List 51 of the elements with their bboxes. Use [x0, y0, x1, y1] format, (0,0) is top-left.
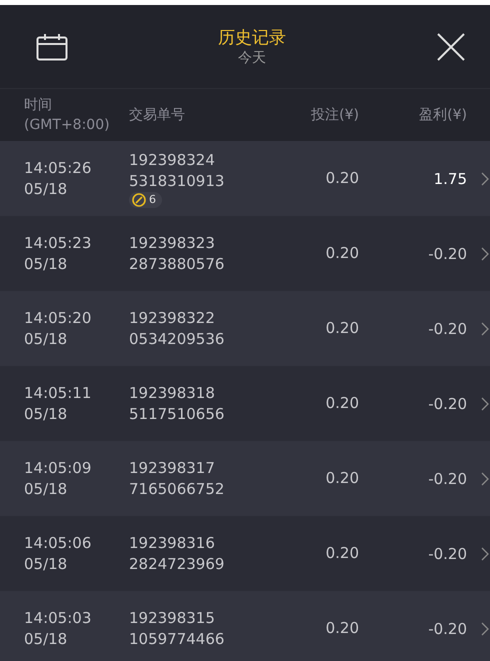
order-number-cell-text: 192398318 5117510656 [129, 382, 226, 424]
stake-cell-text: 0.20 [324, 168, 359, 189]
record-row[interactable]: 14:05:23 05/18 192398323 2873880576 0.20 -0.20 [0, 216, 490, 291]
chevron-right-icon [481, 396, 489, 410]
record-row[interactable]: 14:05:26 05/18 192398324 5318310913 6 0.20 1.75 [0, 141, 490, 216]
badge-count: 6 [149, 193, 156, 206]
order-number-cell-text: 192398324 5318310913 [129, 150, 226, 192]
profit-cell-text: 1.75 [432, 170, 467, 188]
profit-cell-text: -0.20 [427, 470, 467, 488]
time-cell-text: 14:05:26 05/18 [23, 158, 92, 200]
record-row[interactable]: 14:05:11 05/18 192398318 5117510656 0.20 -0.20 [0, 366, 490, 441]
chevron-right-icon [481, 322, 489, 336]
record-row[interactable]: 14:05:09 05/18 192398317 7165066752 0.20 -0.20 [0, 441, 490, 516]
time-cell-text: 14:05:20 05/18 [23, 308, 92, 350]
column-header: 投注(¥) [310, 106, 359, 125]
order-number-cell-text: 192398315 1059774466 [129, 608, 226, 650]
column-header: 时间 (GMT+8:00) [23, 96, 111, 135]
chevron-right-icon [481, 546, 489, 560]
record-row[interactable]: 14:05:20 05/18 192398322 0534209536 0.20 -0.20 [0, 291, 490, 366]
time-cell-text: 14:05:03 05/18 [23, 608, 92, 650]
stake-cell-text: 0.20 [324, 243, 359, 264]
profit-cell-text: -0.20 [427, 544, 467, 562]
profit-cell-text: -0.20 [427, 620, 467, 638]
chevron-right-icon [481, 472, 489, 486]
profit-cell-text: -0.20 [427, 244, 467, 262]
stake-cell-text: 0.20 [324, 318, 359, 339]
time-cell-text: 14:05:09 05/18 [23, 458, 92, 500]
order-number-cell-text: 192398317 7165066752 [129, 458, 226, 500]
chevron-right-icon [481, 246, 489, 260]
order-number-cell-text: 192398316 2824723969 [129, 532, 226, 574]
record-row[interactable]: 14:05:06 05/18 192398316 2824723969 0.20 -0.20 [0, 516, 490, 591]
order-number-cell-text: 192398322 0534209536 [129, 308, 226, 350]
order-number-cell-text: 192398323 2873880576 [129, 232, 226, 274]
stake-cell-text: 0.20 [324, 393, 359, 414]
profit-cell-text: -0.20 [427, 394, 467, 412]
column-header: 盈利(¥) [418, 106, 467, 125]
header-subtitle: 今天 [238, 49, 266, 67]
stake-cell-text: 0.20 [324, 543, 359, 564]
time-cell-text: 14:05:11 05/18 [23, 382, 92, 424]
close-icon[interactable] [436, 32, 466, 62]
profit-cell-text: -0.20 [427, 320, 467, 338]
calendar-icon[interactable] [36, 32, 68, 60]
record-row[interactable]: 14:05:03 05/18 192398315 1059774466 0.20 -0.20 [0, 591, 490, 661]
time-cell-text: 14:05:06 05/18 [23, 532, 92, 574]
header-title: 历史记录 [218, 27, 286, 49]
stake-cell-text: 0.20 [324, 618, 359, 639]
stake-cell-text: 0.20 [324, 468, 359, 489]
column-header: 交易单号 [129, 106, 186, 125]
chevron-right-icon [481, 172, 489, 186]
chevron-right-icon [481, 622, 489, 636]
time-cell-text: 14:05:23 05/18 [23, 232, 92, 274]
